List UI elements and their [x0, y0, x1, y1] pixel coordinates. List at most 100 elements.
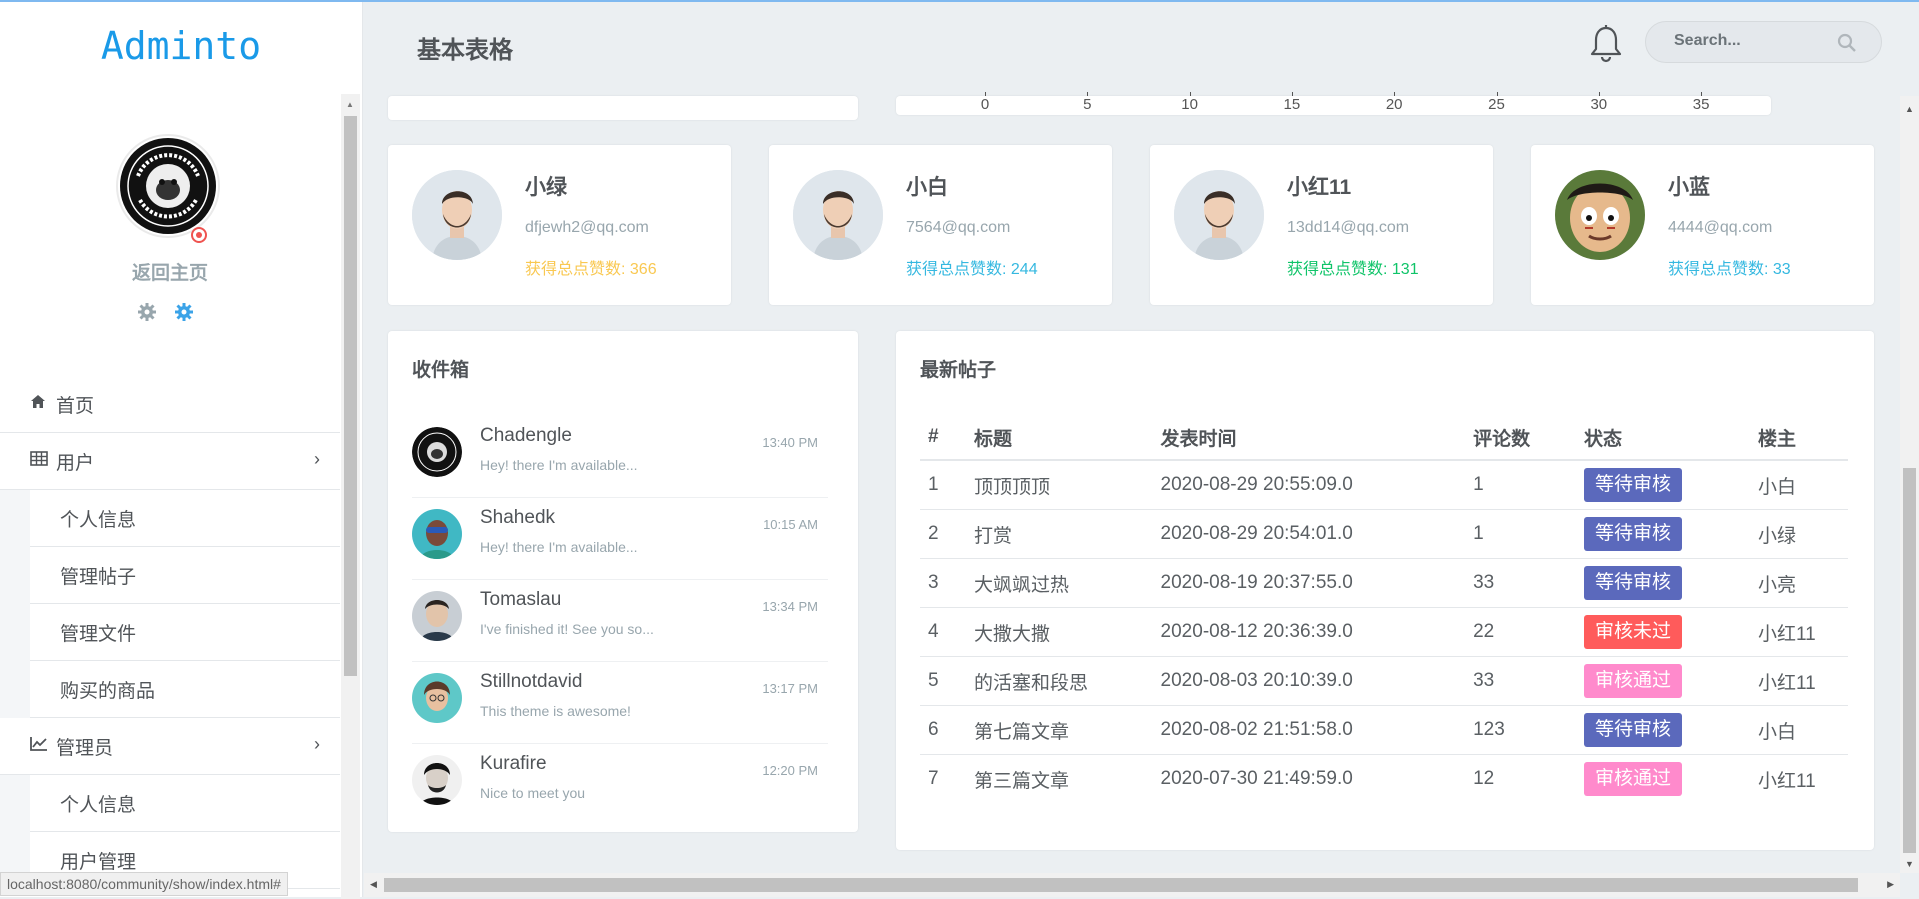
sidebar-item-label: 管理员: [56, 737, 114, 759]
message-time: 10:15 AM: [763, 517, 818, 532]
sidebar-item-purchases[interactable]: 购买的商品: [30, 661, 340, 718]
power-gear-icon[interactable]: [174, 302, 194, 328]
user-likes: 获得总点赞数: 33: [1668, 261, 1791, 278]
sidebar-item-admin-profile[interactable]: 个人信息: [30, 775, 340, 832]
cell-title[interactable]: 大撒大撒: [966, 607, 1153, 657]
user-avatar[interactable]: [793, 170, 883, 260]
cell-time: 2020-08-29 20:55:09.0: [1152, 460, 1466, 510]
scroll-down-arrow-icon[interactable]: ▼: [1905, 859, 1914, 869]
sidebar-scrollbar-thumb[interactable]: [344, 116, 357, 676]
user-card[interactable]: 小红11 13dd14@qq.com 获得总点赞数: 131: [1150, 145, 1493, 305]
user-card[interactable]: 小白 7564@qq.com 获得总点赞数: 244: [769, 145, 1112, 305]
message-time: 13:17 PM: [762, 681, 818, 696]
line-chart-icon: [30, 736, 52, 756]
sidebar-item-admin[interactable]: 管理员 ›: [0, 718, 340, 775]
cell-author: 小白: [1750, 460, 1848, 510]
cell-comments: 33: [1465, 558, 1576, 608]
user-card[interactable]: 小绿 dfjewh2@qq.com 获得总点赞数: 366: [388, 145, 731, 305]
scroll-up-arrow-icon[interactable]: ▲: [346, 100, 354, 109]
sidebar-item-manage-posts[interactable]: 管理帖子: [30, 547, 340, 604]
cell-title[interactable]: 大飒飒过热: [966, 558, 1153, 608]
sidebar-item-profile[interactable]: 个人信息: [30, 490, 340, 547]
cell-comments: 33: [1465, 656, 1576, 706]
cell-time: 2020-07-30 21:49:59.0: [1160, 768, 1353, 789]
message-preview: Hey! there I'm available...: [480, 457, 638, 473]
column-header[interactable]: #: [920, 415, 967, 461]
cell-title[interactable]: 顶顶顶顶: [966, 460, 1153, 510]
table-row[interactable]: 2 打赏 2020-08-29 20:54:01.0 1 等待审核 小绿: [920, 509, 1848, 559]
cell-time: 2020-08-29 20:54:01.0: [1152, 509, 1466, 559]
posts-table: # 标题 发表时间 评论数 状态 楼主 1 顶顶顶顶 2020-08-29 20:55:09.…: [920, 415, 1848, 803]
table-row[interactable]: 7 第三篇文章 2020-07-30 21:49:59.0 12 审核通过 小红11: [920, 755, 1848, 804]
table-row[interactable]: 5 的活塞和段思 2020-08-03 20:10:39.0 33 审核通过 小红11: [920, 656, 1848, 706]
status-badge[interactable]: 审核通过: [1583, 664, 1682, 698]
scroll-left-arrow-icon[interactable]: ◀: [370, 879, 377, 890]
inbox-message-item[interactable]: Kurafire Nice to meet you 12:20 PM: [412, 743, 828, 825]
user-card[interactable]: 小蓝 4444@qq.com 获得总点赞数: 33: [1531, 145, 1874, 305]
status-badge[interactable]: 等待审核: [1583, 468, 1682, 502]
browser-status-url: localhost:8080/community/show/index.html…: [0, 872, 288, 896]
content-scrollbar-thumb[interactable]: [1903, 468, 1916, 853]
sidebar-item-label: 个人信息: [60, 509, 137, 531]
status-badge[interactable]: 等待审核: [1583, 517, 1682, 551]
sidebar-item-home[interactable]: 首页: [0, 376, 340, 433]
column-header[interactable]: 标题: [966, 415, 1153, 461]
axis-tick-label: 30: [1590, 96, 1608, 113]
search-box[interactable]: [1645, 21, 1882, 63]
column-header[interactable]: 发表时间: [1152, 415, 1466, 461]
status-badge[interactable]: 等待审核: [1583, 566, 1682, 600]
scroll-up-arrow-icon[interactable]: ▲: [1905, 104, 1914, 114]
table-row[interactable]: 3 大飒飒过热 2020-08-19 20:37:55.0 33 等待审核 小亮: [920, 558, 1848, 608]
axis-tick-label: 10: [1181, 96, 1198, 113]
sender-avatar: [412, 509, 462, 559]
user-avatar[interactable]: [1555, 170, 1645, 260]
sender-name: Chadengle: [480, 425, 572, 446]
cell-title[interactable]: 打赏: [966, 509, 1153, 559]
table-row[interactable]: 4 大撒大撒 2020-08-12 20:36:39.0 22 审核未过 小红11: [920, 607, 1848, 657]
inbox-message-item[interactable]: Shahedk Hey! there I'm available... 10:15 …: [412, 497, 828, 580]
scroll-right-arrow-icon[interactable]: ▶: [1887, 879, 1894, 890]
sidebar-scrollbar[interactable]: ▲: [341, 94, 360, 899]
axis-tick-label: 25: [1488, 96, 1505, 113]
column-header[interactable]: 评论数: [1465, 415, 1576, 461]
status-badge[interactable]: 审核通过: [1583, 762, 1682, 796]
cell-author: 小白: [1750, 705, 1848, 755]
sidebar-item-label: 用户管理: [60, 851, 137, 873]
sidebar-menu: 首页 用户 › 个人信息 管理帖子 管理文件 购买的商品 管理员 › 个人信息 …: [0, 376, 340, 889]
horizontal-scrollbar[interactable]: ◀ ▶: [364, 873, 1900, 897]
status-badge[interactable]: 等待审核: [1583, 713, 1682, 747]
inbox-title: 收件箱: [412, 360, 470, 381]
sender-avatar: [412, 427, 462, 477]
axis-tick-label: 20: [1385, 96, 1403, 113]
profile-avatar[interactable]: [116, 134, 220, 238]
inbox-message-item[interactable]: Chadengle Hey! there I'm available... 13:4…: [412, 415, 828, 498]
sidebar-item-label: 首页: [56, 395, 95, 417]
app-logo[interactable]: Adminto: [0, 24, 362, 68]
inbox-message-item[interactable]: Stillnotdavid This theme is awesome! 13:17…: [412, 661, 828, 744]
bell-icon[interactable]: [1589, 24, 1623, 64]
sidebar-item-manage-files[interactable]: 管理文件: [30, 604, 340, 661]
column-header[interactable]: 楼主: [1750, 415, 1848, 461]
status-badge[interactable]: 审核未过: [1583, 615, 1682, 649]
inbox-message-item[interactable]: Tomaslau I've finished it! See you so... 1…: [412, 579, 828, 662]
search-icon[interactable]: [1837, 33, 1857, 58]
user-email: dfjewh2@qq.com: [525, 219, 649, 236]
sender-avatar: [412, 755, 462, 805]
cell-title[interactable]: 的活塞和段思: [966, 656, 1153, 706]
search-input[interactable]: [1672, 31, 1836, 51]
user-avatar[interactable]: [1174, 170, 1264, 260]
column-header[interactable]: 状态: [1575, 415, 1750, 461]
user-avatar[interactable]: [412, 170, 502, 260]
settings-gear-icon[interactable]: [137, 302, 157, 328]
horizontal-scrollbar-thumb[interactable]: [384, 878, 1858, 892]
home-link[interactable]: 返回主页: [0, 258, 340, 285]
table-row[interactable]: 6 第七篇文章 2020-08-02 21:51:58.0 123 等待审核 小白: [920, 705, 1848, 755]
cell-title[interactable]: 第三篇文章: [966, 755, 1153, 804]
chevron-right-icon: ›: [314, 734, 320, 754]
table-row[interactable]: 1 顶顶顶顶 2020-08-29 20:55:09.0 1 等待审核 小白: [920, 460, 1848, 510]
users-submenu: 个人信息 管理帖子 管理文件 购买的商品: [0, 490, 340, 718]
user-likes: 获得总点赞数: 131: [1287, 261, 1419, 278]
sidebar-item-users[interactable]: 用户 ›: [0, 433, 340, 490]
cell-title[interactable]: 第七篇文章: [966, 705, 1153, 755]
content-vertical-scrollbar[interactable]: ▲ ▼: [1900, 96, 1919, 873]
